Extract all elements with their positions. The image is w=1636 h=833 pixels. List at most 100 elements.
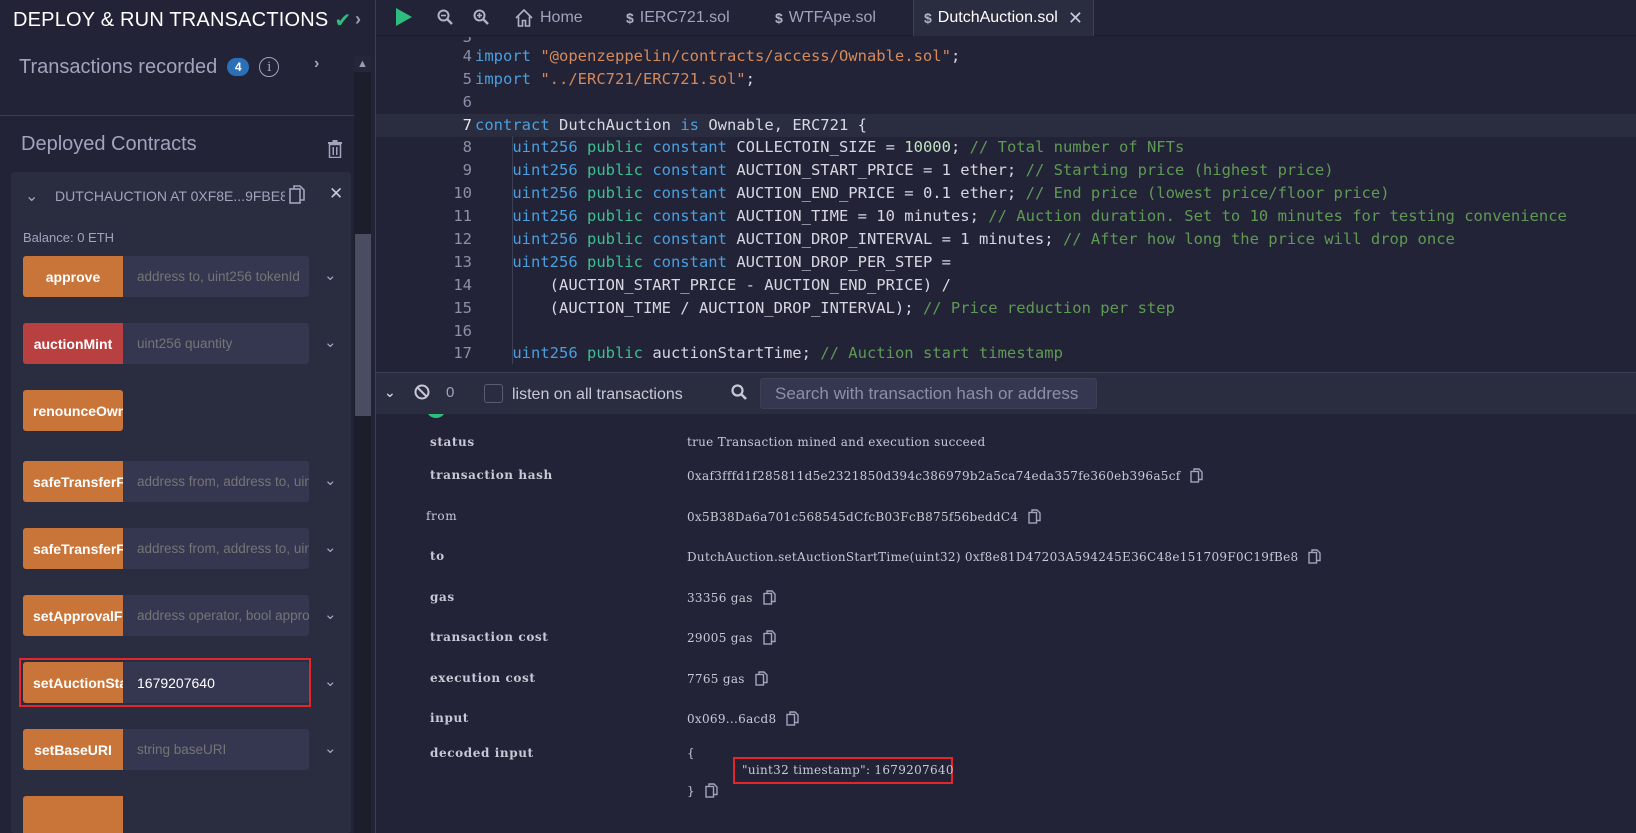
auction-mint-button[interactable]: auctionMint (23, 323, 123, 364)
transactions-count-badge: 4 (227, 58, 250, 76)
tab-wtfape[interactable]: $ WTFApe.sol (765, 0, 886, 36)
code-line[interactable]: 15 (AUCTION_TIME / AUCTION_DROP_INTERVAL… (376, 297, 1636, 320)
code-text: import "@openzeppelin/contracts/access/O… (475, 47, 961, 65)
function-safetransferfrom-data: safeTransferFrom ⌄ (23, 528, 337, 569)
line-number: 16 (453, 322, 472, 340)
code-line[interactable]: 17 uint256 public auctionStartTime; // A… (376, 342, 1636, 365)
scrollbar-thumb[interactable] (355, 234, 371, 416)
close-icon[interactable]: ✕ (329, 184, 343, 204)
code-text: uint256 public constant COLLECTOIN_SIZE … (512, 138, 1185, 156)
code-line[interactable]: 13 uint256 public constant AUCTION_DROP_… (376, 251, 1636, 274)
tx-key: from (426, 509, 458, 523)
function-setbaseuri: setBaseURI ⌄ (23, 729, 337, 770)
code-editor[interactable]: 3 4 import "@openzeppelin/contracts/access… (376, 37, 1636, 372)
code-line[interactable]: 16 (376, 320, 1636, 343)
code-line[interactable]: 9 uint256 public constant AUCTION_START_… (376, 159, 1636, 182)
decoded-close-row: } (376, 783, 1636, 803)
code-line[interactable]: 14 (AUCTION_START_PRICE - AUCTION_END_PR… (376, 274, 1636, 297)
tx-row-to: to DutchAuction.setAuctionStartTime(uint3… (376, 549, 1636, 569)
code-text: uint256 public constant AUCTION_START_PR… (512, 161, 1334, 179)
chevron-down-icon[interactable]: ⌄ (324, 266, 337, 284)
transactions-recorded[interactable]: Transactions recorded 4 i › (19, 52, 339, 82)
copy-icon[interactable] (705, 783, 718, 798)
chevron-down-icon[interactable]: ⌄ (324, 605, 337, 623)
copy-icon[interactable] (786, 711, 800, 726)
code-text: uint256 public auctionStartTime; // Auct… (512, 344, 1063, 362)
tx-value-text: 0x5B38Da6a701c568545dCfcB03FcB875f56bedd… (687, 509, 1019, 524)
code-line[interactable]: 8 uint256 public constant COLLECTOIN_SIZ… (376, 136, 1636, 159)
approve-button[interactable]: approve (23, 256, 123, 297)
tab-label: DutchAuction.sol (937, 9, 1058, 26)
tx-value: 7765 gas (687, 671, 768, 686)
listen-all-checkbox[interactable] (484, 384, 503, 403)
indent-guide (512, 136, 513, 364)
close-tab-icon[interactable]: ✕ (1068, 8, 1083, 29)
approve-args-input[interactable] (123, 256, 309, 297)
chevron-down-icon[interactable]: ⌄ (25, 186, 38, 206)
clear-console-icon[interactable] (414, 384, 430, 400)
copy-icon[interactable] (762, 630, 776, 645)
copy-icon[interactable] (1308, 549, 1322, 564)
tab-ierc721[interactable]: $ IERC721.sol (616, 0, 740, 36)
set-approval-for-all-button[interactable]: setApprovalForAll (23, 595, 123, 636)
chevron-right-icon[interactable]: › (355, 9, 361, 30)
line-number: 7 (462, 116, 472, 134)
code-line[interactable]: 6 (376, 91, 1636, 114)
code-line[interactable]: 7 contract DutchAuction is Ownable, ERC72… (376, 114, 1636, 137)
info-icon[interactable]: i (259, 57, 280, 77)
code-line[interactable]: 10 uint256 public constant AUCTION_END_P… (376, 182, 1636, 205)
solidity-icon: $ (626, 10, 634, 26)
safe-transfer-from-data-args-input[interactable] (123, 528, 309, 569)
run-icon[interactable] (395, 7, 413, 27)
chevron-down-icon[interactable]: ⌄ (324, 739, 337, 757)
chevron-down-icon[interactable]: ⌄ (324, 538, 337, 556)
copy-icon[interactable] (1028, 509, 1041, 524)
tx-row-from: from 0x5B38Da6a701c568545dCfcB03FcB875f56… (376, 509, 1636, 529)
chevron-up-icon[interactable]: ▲ (354, 56, 371, 72)
code-text: (AUCTION_START_PRICE - AUCTION_END_PRICE… (475, 276, 951, 294)
highlight-annotation (19, 658, 311, 707)
tx-value: 33356 gas (687, 590, 776, 605)
safe-transfer-from-button[interactable]: safeTransferFrom (23, 461, 123, 502)
chevron-down-icon[interactable]: ⌄ (324, 471, 337, 489)
copy-icon[interactable] (1190, 468, 1204, 483)
safe-transfer-from-data-button[interactable]: safeTransferFrom (23, 528, 123, 569)
code-line[interactable]: 11 uint256 public constant AUCTION_TIME … (376, 205, 1636, 228)
tx-search-input[interactable] (760, 378, 1097, 409)
trash-icon[interactable] (327, 140, 343, 158)
deploy-run-panel: DEPLOY & RUN TRANSACTIONS ✔ › Transactio… (0, 0, 371, 833)
set-base-uri-args-input[interactable] (123, 729, 309, 770)
function-renounceownership: renounceOwnership (23, 390, 333, 431)
code-line[interactable]: 12 uint256 public constant AUCTION_DROP_… (376, 228, 1636, 251)
copy-icon[interactable] (289, 185, 305, 205)
zoom-out-icon[interactable] (437, 9, 453, 25)
tx-key: status (430, 435, 475, 449)
left-panel-scrollbar[interactable]: ▲ (354, 56, 371, 833)
zoom-in-icon[interactable] (473, 9, 489, 25)
next-function-button[interactable] (23, 796, 123, 833)
code-line[interactable]: 4 import "@openzeppelin/contracts/access/… (376, 45, 1636, 68)
chevron-down-icon[interactable]: ⌄ (324, 333, 337, 351)
code-line[interactable]: 5 import "../ERC721/ERC721.sol"; (376, 68, 1636, 91)
function-auctionmint: auctionMint ⌄ (23, 323, 337, 364)
tx-row-transaction-cost: transaction cost 29005 gas (376, 630, 1636, 650)
copy-icon[interactable] (755, 671, 768, 686)
line-number: 6 (462, 93, 472, 111)
tab-dutchauction[interactable]: $ DutchAuction.sol ✕ (913, 0, 1094, 36)
renounce-ownership-button[interactable]: renounceOwnership (23, 390, 123, 431)
auction-mint-args-input[interactable] (123, 323, 309, 364)
tx-value-text: 33356 gas (687, 590, 753, 605)
collapse-terminal-icon[interactable]: ⌄ (384, 384, 396, 401)
set-base-uri-button[interactable]: setBaseURI (23, 729, 123, 770)
copy-icon[interactable] (762, 590, 776, 605)
chevron-right-icon[interactable]: › (314, 55, 319, 73)
chevron-down-icon[interactable]: ⌄ (324, 672, 337, 690)
tab-home[interactable]: Home (504, 0, 593, 36)
deployed-contract-card: ⌄ DUTCHAUCTION AT 0XF8E...9FBE8 (MEMORY)… (11, 172, 351, 833)
tx-key: gas (430, 590, 455, 604)
function-next (23, 796, 333, 833)
set-approval-for-all-args-input[interactable] (123, 595, 309, 636)
tx-value: 0xaf3fffd1f285811d5e2321850d394c386979b2… (687, 468, 1204, 483)
safe-transfer-from-args-input[interactable] (123, 461, 309, 502)
solidity-icon: $ (924, 10, 932, 26)
